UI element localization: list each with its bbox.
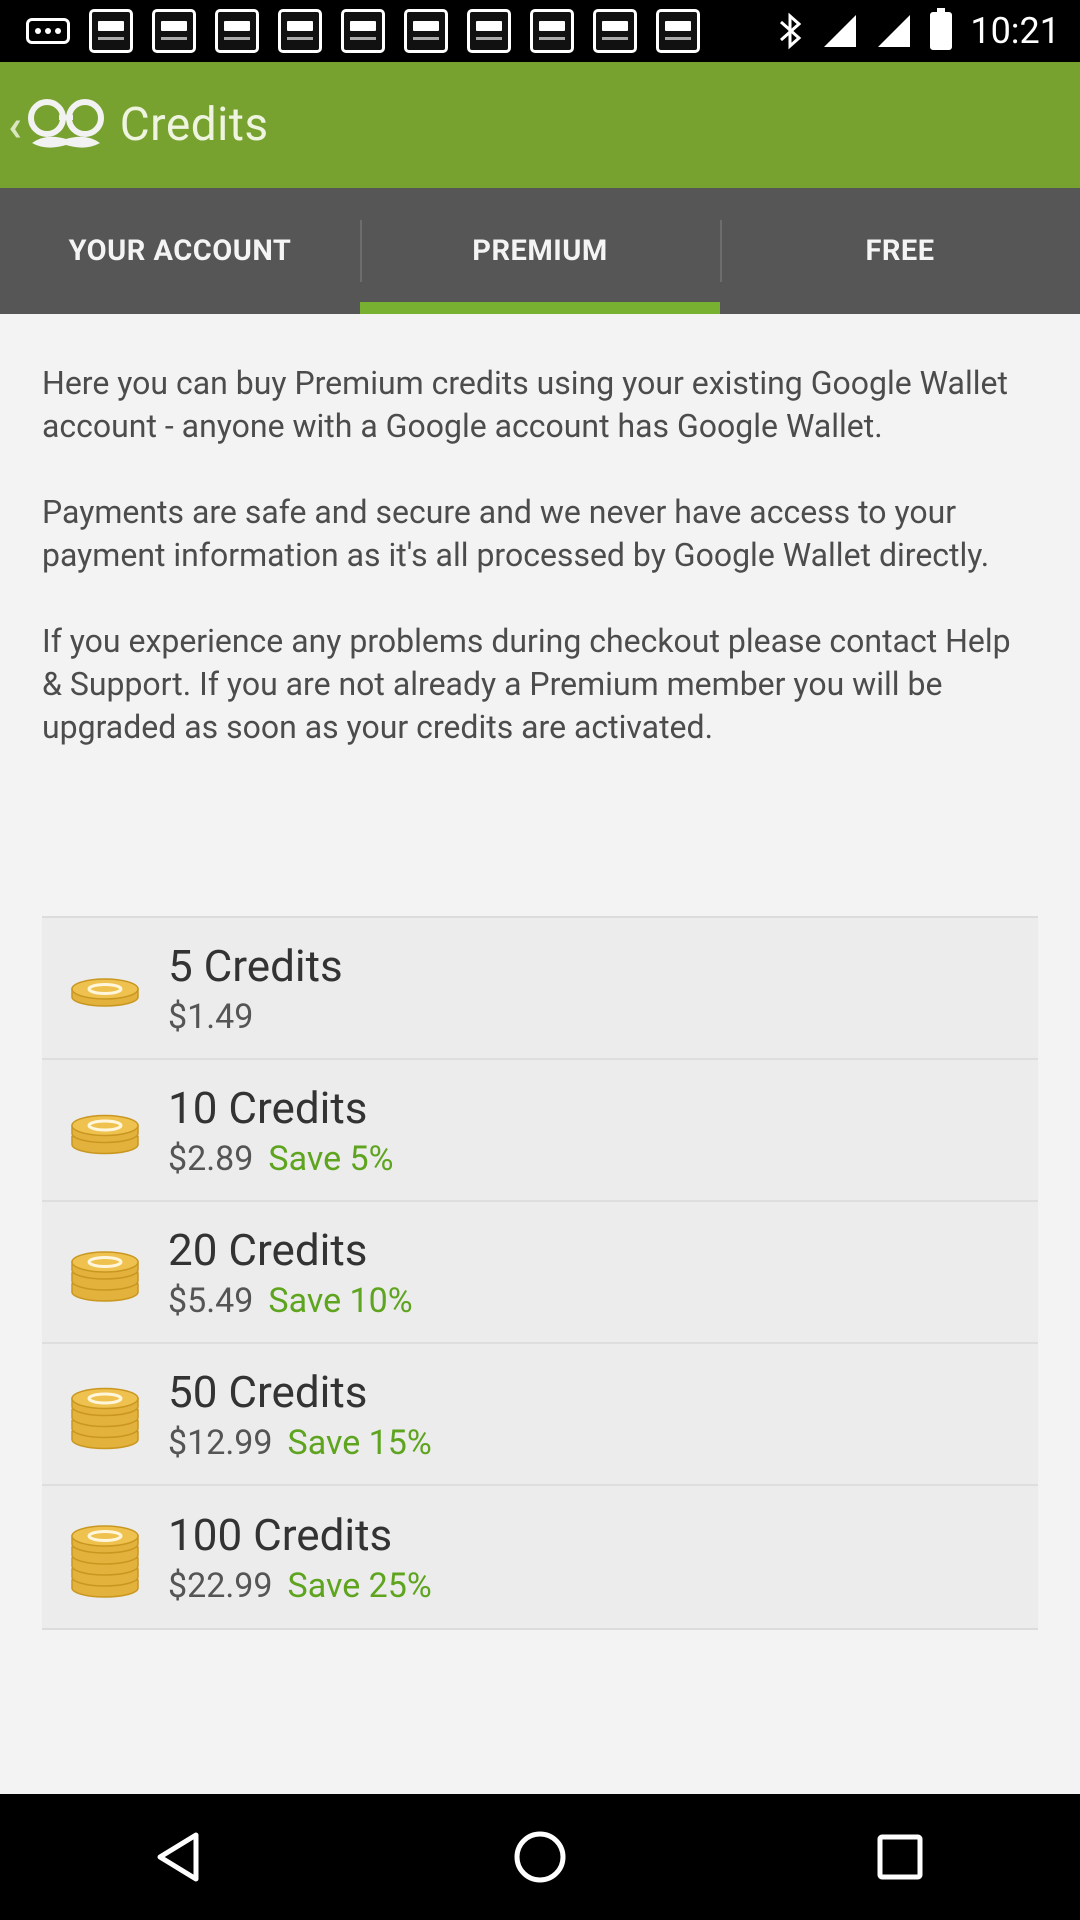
- recents-button[interactable]: [860, 1817, 940, 1897]
- notification-icon: [467, 9, 511, 53]
- credit-pack-20[interactable]: 20 Credits $5.49 Save 10%: [42, 1202, 1038, 1344]
- credit-pack-5[interactable]: 5 Credits $1.49: [42, 918, 1038, 1060]
- credit-pack-price: $12.99: [168, 1423, 273, 1463]
- tab-label: FREE: [865, 234, 935, 268]
- credit-pack-discount: Save 5%: [268, 1139, 394, 1179]
- recents-square-icon: [877, 1834, 923, 1880]
- credit-pack-name: 20 Credits: [168, 1224, 368, 1276]
- tab-premium[interactable]: PREMIUM: [360, 188, 720, 314]
- battery-icon: [930, 8, 953, 50]
- tab-your-account[interactable]: YOUR ACCOUNT: [0, 188, 360, 314]
- credit-pack-discount: Save 15%: [287, 1423, 432, 1463]
- credit-pack-name: 100 Credits: [168, 1509, 393, 1561]
- back-chevron-icon[interactable]: ‹: [8, 103, 22, 147]
- notification-icon: [341, 9, 385, 53]
- tab-label: YOUR ACCOUNT: [68, 234, 292, 268]
- credits-list: 5 Credits $1.49 10 Credits $2.89 Save 5%…: [42, 916, 1038, 1630]
- home-button[interactable]: [500, 1817, 580, 1897]
- intro-paragraph: Here you can buy Premium credits using y…: [42, 364, 1008, 445]
- mustache-logo-icon[interactable]: [26, 95, 106, 155]
- credit-pack-name: 5 Credits: [168, 940, 343, 992]
- credit-pack-discount: Save 10%: [268, 1281, 413, 1321]
- credit-pack-discount: Save 25%: [287, 1566, 432, 1606]
- tab-free[interactable]: FREE: [720, 188, 1080, 314]
- status-bar: 10:21: [0, 0, 1080, 62]
- more-notifications-icon: [26, 18, 70, 44]
- coin-stack-icon: [71, 1525, 139, 1598]
- credit-pack-price: $2.89: [168, 1139, 254, 1179]
- intro-paragraph: If you experience any problems during ch…: [42, 622, 1011, 746]
- notification-icon: [278, 9, 322, 53]
- coin-stack-icon: [71, 1387, 139, 1450]
- credit-pack-price: $1.49: [168, 997, 254, 1037]
- credit-pack-name: 10 Credits: [168, 1082, 368, 1134]
- tab-bar: YOUR ACCOUNT PREMIUM FREE: [0, 188, 1080, 314]
- back-triangle-icon: [157, 1832, 199, 1882]
- notification-icon: [152, 9, 196, 53]
- tab-label: PREMIUM: [472, 234, 608, 268]
- page-title: Credits: [119, 98, 269, 152]
- coin-stack-icon: [71, 1114, 139, 1155]
- notification-icon: [530, 9, 574, 53]
- back-button[interactable]: [140, 1817, 220, 1897]
- credit-pack-name: 50 Credits: [168, 1366, 368, 1418]
- credit-pack-price: $5.49: [168, 1281, 254, 1321]
- app-bar: ‹ Credits: [0, 62, 1080, 188]
- notification-icon: [656, 9, 700, 53]
- signal-icon: [878, 15, 911, 47]
- intro-text: Here you can buy Premium credits using y…: [42, 362, 1022, 792]
- home-circle-icon: [514, 1831, 566, 1883]
- premium-content[interactable]: Here you can buy Premium credits using y…: [0, 314, 1080, 1794]
- credit-pack-50[interactable]: 50 Credits $12.99 Save 15%: [42, 1344, 1038, 1486]
- bluetooth-icon: [780, 12, 802, 50]
- notification-icon: [593, 9, 637, 53]
- signal-icon: [824, 15, 857, 47]
- coin-stack-icon: [71, 978, 139, 1007]
- notification-icon: [89, 9, 133, 53]
- notification-area: [26, 9, 700, 53]
- clock: 10:21: [970, 10, 1060, 52]
- coin-stack-icon: [71, 1251, 139, 1302]
- credit-pack-10[interactable]: 10 Credits $2.89 Save 5%: [42, 1060, 1038, 1202]
- intro-paragraph: Payments are safe and secure and we neve…: [42, 493, 990, 574]
- system-icons: 10:21: [778, 8, 1060, 52]
- system-nav-bar: [0, 1794, 1080, 1920]
- notification-icon: [215, 9, 259, 53]
- notification-icon: [404, 9, 448, 53]
- credit-pack-100[interactable]: 100 Credits $22.99 Save 25%: [42, 1486, 1038, 1628]
- credit-pack-price: $22.99: [168, 1566, 273, 1606]
